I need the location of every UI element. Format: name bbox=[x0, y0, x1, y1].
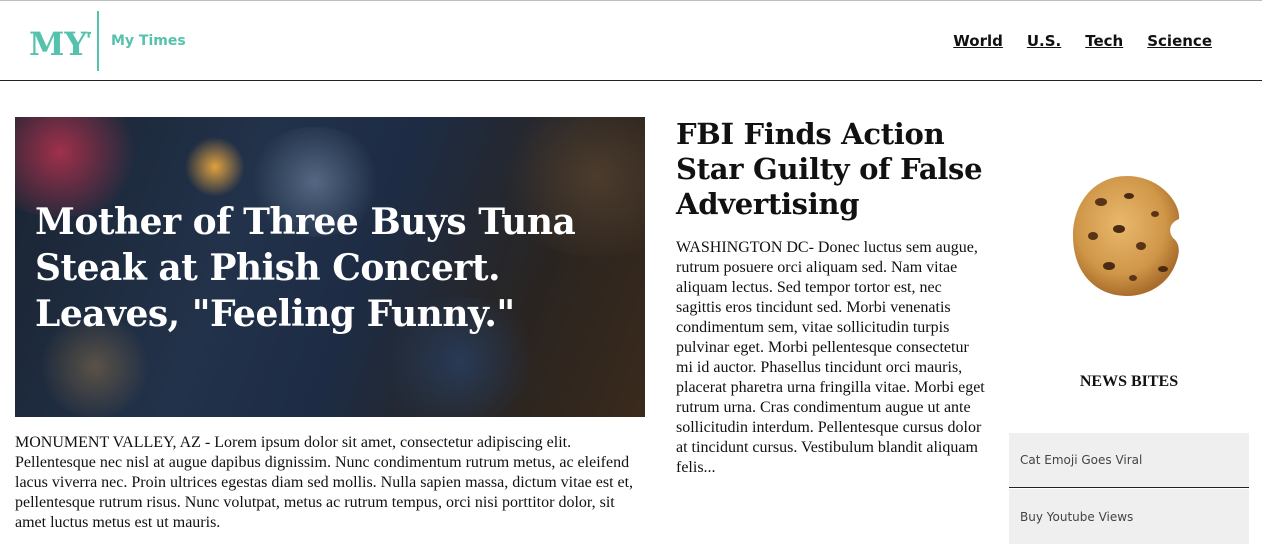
myt-logo-icon[interactable]: MYT bbox=[29, 24, 91, 60]
nav-link-us[interactable]: U.S. bbox=[1027, 32, 1061, 50]
article-headline[interactable]: FBI Finds Action Star Guilty of False Ad… bbox=[676, 117, 996, 222]
news-bite-item[interactable]: Cat Emoji Goes Viral bbox=[1009, 433, 1249, 488]
hero-headline[interactable]: Mother of Three Buys Tuna Steak at Phish… bbox=[35, 199, 625, 337]
logo-divider bbox=[97, 11, 99, 71]
nav-link-science[interactable]: Science bbox=[1147, 32, 1212, 50]
article-text: WASHINGTON DC- Donec luctus sem augue, r… bbox=[676, 239, 985, 476]
site-header: MYT My Times World U.S. Tech Science bbox=[0, 1, 1262, 81]
cookie-image-icon bbox=[1073, 176, 1180, 296]
brand-name[interactable]: My Times bbox=[111, 33, 186, 49]
main-nav: World U.S. Tech Science bbox=[953, 32, 1212, 50]
svg-text:MYT: MYT bbox=[29, 25, 91, 60]
hero-article-text: MONUMENT VALLEY, AZ - Lorem ipsum dolor … bbox=[15, 434, 634, 531]
nav-link-world[interactable]: World bbox=[953, 32, 1003, 50]
nav-link-tech[interactable]: Tech bbox=[1085, 32, 1123, 50]
news-bites-heading: NEWS BITES bbox=[1079, 373, 1179, 390]
hero-image[interactable]: Mother of Three Buys Tuna Steak at Phish… bbox=[15, 117, 645, 417]
